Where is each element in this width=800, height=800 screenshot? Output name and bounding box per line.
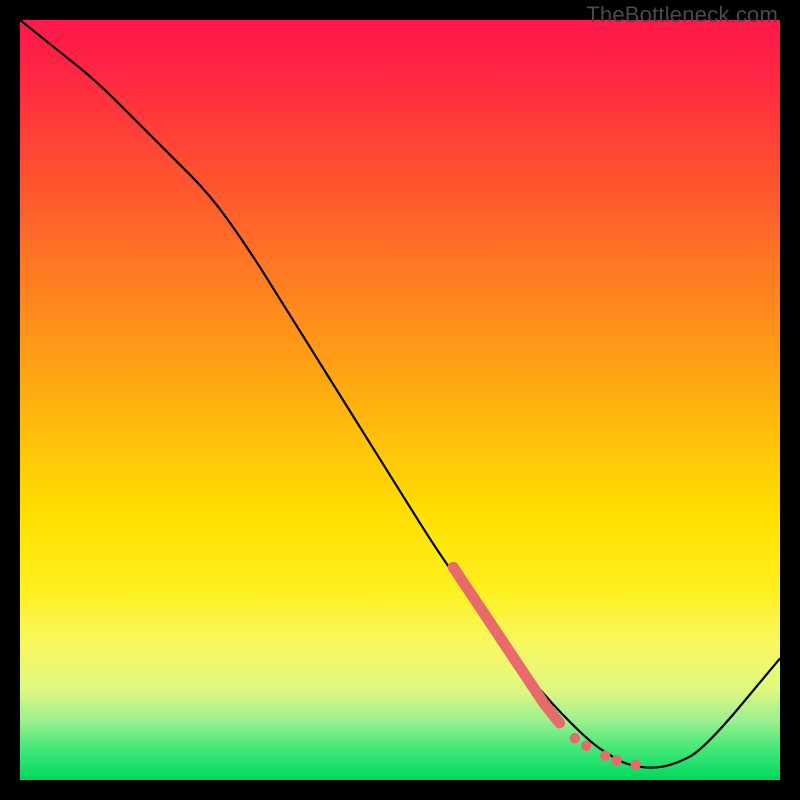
highlight-dot: [570, 733, 580, 743]
bottleneck-curve-line: [20, 20, 780, 768]
bottleneck-chart: [20, 20, 780, 780]
watermark-text: TheBottleneck.com: [586, 2, 778, 28]
highlight-dot: [630, 760, 640, 770]
highlight-dot: [600, 751, 610, 761]
highlight-dot: [581, 741, 591, 751]
highlight-dot: [611, 755, 621, 765]
highlight-segment: [453, 567, 559, 723]
